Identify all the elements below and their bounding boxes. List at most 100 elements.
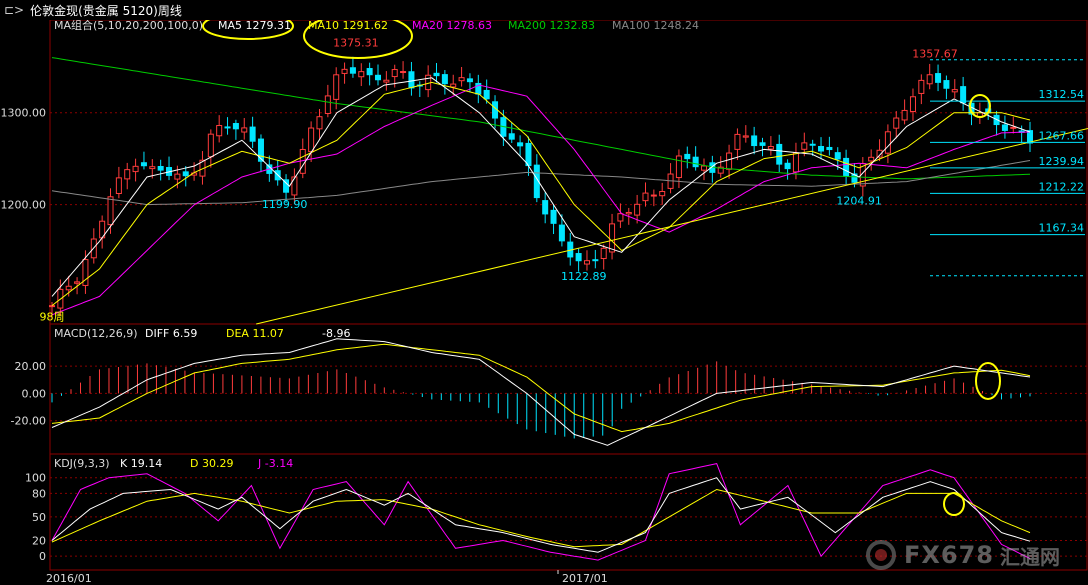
candle-body [508,133,515,140]
candle-body [726,152,733,170]
candle-body [249,126,256,142]
candle-body [634,203,641,216]
candle-body [349,67,356,74]
watermark-sub: 汇通网 [1000,544,1060,569]
candle-body [157,165,164,171]
candle-body [115,177,122,194]
candle-body [909,96,916,112]
candle-body [132,165,139,173]
ma-value-label: MA20 1278.63 [412,19,492,32]
candle-body [316,116,323,130]
candle-body [48,305,56,308]
level-label: 1167.34 [1039,222,1085,235]
candle-body [182,171,189,177]
y-tick-label: 0.00 [22,387,47,400]
candle-body [575,253,582,262]
candle-body [216,125,223,137]
candle-body [74,281,81,284]
candle-body [751,135,758,147]
candle-body [675,155,682,179]
candle-body [918,79,925,94]
candle-body [483,89,490,100]
watermark-text: FX678 [904,541,994,569]
ma-indicator-label: MA组合(5,10,20,200,100,0) [54,18,203,32]
candle-body [884,131,891,154]
candle-body [207,133,214,158]
candle-body [324,95,331,114]
candle-body [450,83,457,88]
stock-chart: 1300.00 1200.00 1312.54 1267.66 1239.94 1212.… [0,0,1088,585]
candle-body [767,146,774,150]
candle-body [960,86,967,104]
level-label: 1267.66 [1039,129,1085,142]
candle-body [784,162,791,170]
level-label: 1239.94 [1039,155,1085,168]
candle-body [868,156,875,162]
candle-body [174,173,181,180]
back-icon[interactable]: ⊏> [4,3,24,17]
candle-body [124,169,131,180]
candle-body [617,213,624,222]
background [0,0,1088,585]
price-annotation: 1375.31 [333,37,379,50]
candle-body [843,157,850,177]
candle-body [684,153,691,160]
chart-header: ⊏> 伦敦金现(贵金属 5120)周线 [0,0,1088,20]
y-tick-label: 1200.00 [1,199,47,212]
candle-body [1010,126,1017,129]
candle-body [943,80,950,89]
candle-body [558,224,565,242]
x-tick-label: 2017/01 [562,572,608,585]
candle-body [433,72,440,77]
candle-body [834,152,841,160]
candle-body [801,142,808,150]
candle-body [951,89,958,93]
candle-body [893,117,900,129]
y-tick-label: 100 [25,472,46,485]
candle-body [776,143,783,165]
candle-body [609,223,616,253]
price-annotation: 98周 [40,310,65,323]
candle-body [1001,124,1008,131]
candle-body [759,142,766,146]
candle-body [65,285,72,291]
candle-body [383,79,390,83]
candle-body [291,176,298,196]
candle-body [642,192,649,202]
y-tick-label: 1300.00 [1,107,47,120]
candle-body [149,166,156,170]
y-tick-label: 20.00 [15,360,47,373]
candle-body [308,127,315,153]
macd-label: MACD(12,26,9) [54,327,138,340]
candle-body [659,191,666,197]
candle-body [818,145,825,152]
candle-body [374,74,382,81]
k-value: K 19.14 [120,457,162,470]
candle-body [700,165,708,171]
candle-body [333,74,340,100]
candle-body [458,77,465,82]
y-tick-label: 0 [39,550,46,563]
watermark: FX678 汇通网 [866,535,1076,575]
candle-body [517,142,524,147]
kdj-label: KDJ(9,3,3) [54,457,110,470]
candle-body [140,162,147,167]
candle-body [224,126,231,129]
candle-body [734,133,741,150]
price-annotation: 1357.67 [912,48,958,61]
candle-body [583,260,590,265]
candle-body [241,127,248,133]
candle-body [525,142,532,167]
ma-value-label: MA200 1232.83 [508,19,595,32]
d-value: D 30.29 [190,457,233,470]
price-annotation: 1204.91 [836,195,882,208]
candle-body [600,247,607,260]
candle-body [366,68,373,76]
price-annotation: 1122.89 [561,270,607,283]
candle-body [400,71,407,74]
dea-value: DEA 11.07 [226,327,284,340]
level-label: 1312.54 [1039,88,1085,101]
candle-body [742,135,749,138]
candle-body [792,152,799,173]
fx678-logo-icon [866,540,896,570]
